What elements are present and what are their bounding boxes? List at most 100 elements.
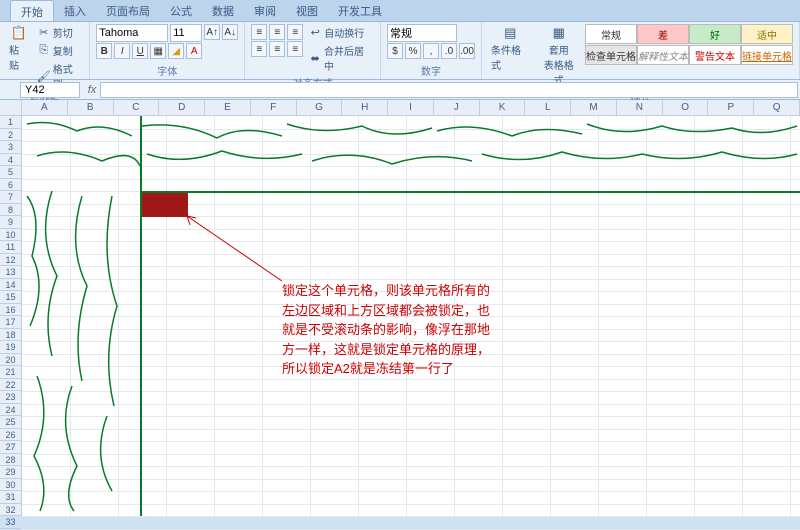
col-header[interactable]: H	[342, 100, 388, 116]
cut-button[interactable]: ✂剪切	[36, 24, 83, 41]
style-好[interactable]: 好	[689, 24, 741, 44]
col-header[interactable]: L	[525, 100, 571, 116]
row-header[interactable]: 1	[0, 116, 21, 129]
col-header[interactable]: O	[663, 100, 709, 116]
col-header[interactable]: M	[571, 100, 617, 116]
row-header[interactable]: 24	[0, 404, 21, 417]
row-header[interactable]: 15	[0, 291, 21, 304]
row-header[interactable]: 13	[0, 266, 21, 279]
currency-button[interactable]: $	[387, 43, 403, 59]
align-bot-button[interactable]: ≡	[287, 24, 303, 40]
align-center-button[interactable]: ≡	[269, 41, 285, 57]
wrap-text-button[interactable]: ↩自动换行	[307, 24, 374, 41]
row-header[interactable]: 26	[0, 429, 21, 442]
row-header[interactable]: 12	[0, 254, 21, 267]
row-header[interactable]: 9	[0, 216, 21, 229]
style-常规[interactable]: 常规	[585, 24, 637, 44]
row-header[interactable]: 6	[0, 179, 21, 192]
tab-审阅[interactable]: 审阅	[244, 0, 286, 21]
comma-button[interactable]: ,	[423, 43, 439, 59]
col-header[interactable]: A	[22, 100, 68, 116]
select-all-corner[interactable]	[0, 100, 22, 116]
col-header[interactable]: I	[388, 100, 434, 116]
col-header[interactable]: K	[480, 100, 526, 116]
row-header[interactable]: 27	[0, 441, 21, 454]
italic-button[interactable]: I	[114, 43, 130, 59]
row-header[interactable]: 33	[0, 516, 21, 529]
row-header[interactable]: 22	[0, 379, 21, 392]
inc-decimal-button[interactable]: .0	[441, 43, 457, 59]
row-header[interactable]: 2	[0, 129, 21, 142]
tab-数据[interactable]: 数据	[202, 0, 244, 21]
col-header[interactable]: P	[708, 100, 754, 116]
col-header[interactable]: E	[205, 100, 251, 116]
row-header[interactable]: 20	[0, 354, 21, 367]
style-链接单元格[interactable]: 链接单元格	[741, 45, 793, 65]
row-header[interactable]: 18	[0, 329, 21, 342]
row-header[interactable]: 7	[0, 191, 21, 204]
name-box[interactable]	[20, 82, 80, 98]
row-header[interactable]: 19	[0, 341, 21, 354]
row-header[interactable]: 29	[0, 466, 21, 479]
bold-button[interactable]: B	[96, 43, 112, 59]
number-format-select[interactable]	[387, 24, 457, 42]
style-检查单元格[interactable]: 检查单元格	[585, 45, 637, 65]
row-header[interactable]: 8	[0, 204, 21, 217]
tab-视图[interactable]: 视图	[286, 0, 328, 21]
font-color-button[interactable]: A	[186, 43, 202, 59]
col-header[interactable]: D	[159, 100, 205, 116]
row-header[interactable]: 25	[0, 416, 21, 429]
row-header[interactable]: 30	[0, 479, 21, 492]
fx-icon[interactable]: fx	[84, 84, 100, 96]
dec-decimal-button[interactable]: .00	[459, 43, 475, 59]
style-适中[interactable]: 适中	[741, 24, 793, 44]
row-header[interactable]: 16	[0, 304, 21, 317]
grow-font-button[interactable]: A↑	[204, 24, 220, 40]
paste-button[interactable]: 📋粘贴	[6, 24, 32, 73]
col-header[interactable]: J	[434, 100, 480, 116]
cell-grid[interactable]: 锁定这个单元格，则该单元格所有的左边区域和上方区域都会被锁定，也就是不受滚动条的…	[22, 116, 800, 516]
row-header[interactable]: 23	[0, 391, 21, 404]
align-left-button[interactable]: ≡	[251, 41, 267, 57]
style-gallery[interactable]: 常规差好适中检查单元格解释性文本警告文本链接单元格	[585, 24, 793, 65]
copy-button[interactable]: ⎘复制	[36, 42, 83, 59]
shrink-font-button[interactable]: A↓	[222, 24, 238, 40]
col-header[interactable]: F	[251, 100, 297, 116]
percent-button[interactable]: %	[405, 43, 421, 59]
font-name-select[interactable]	[96, 24, 168, 42]
row-header[interactable]: 3	[0, 141, 21, 154]
row-header[interactable]: 32	[0, 504, 21, 517]
merge-button[interactable]: ⬌合并后居中	[307, 42, 374, 74]
fill-color-button[interactable]: ◢	[168, 43, 184, 59]
align-mid-button[interactable]: ≡	[269, 24, 285, 40]
align-top-button[interactable]: ≡	[251, 24, 267, 40]
row-header[interactable]: 28	[0, 454, 21, 467]
style-解释性文本[interactable]: 解释性文本	[637, 45, 689, 65]
col-header[interactable]: G	[297, 100, 343, 116]
col-header[interactable]: Q	[754, 100, 800, 116]
tab-开发工具[interactable]: 开发工具	[328, 0, 392, 21]
style-警告文本[interactable]: 警告文本	[689, 45, 741, 65]
border-button[interactable]: ▦	[150, 43, 166, 59]
conditional-format-button[interactable]: ▤条件格式	[488, 24, 532, 73]
underline-button[interactable]: U	[132, 43, 148, 59]
row-header[interactable]: 14	[0, 279, 21, 292]
align-right-button[interactable]: ≡	[287, 41, 303, 57]
row-header[interactable]: 5	[0, 166, 21, 179]
row-header[interactable]: 10	[0, 229, 21, 242]
tab-开始[interactable]: 开始	[10, 0, 54, 21]
row-header[interactable]: 31	[0, 491, 21, 504]
tab-插入[interactable]: 插入	[54, 0, 96, 21]
col-header[interactable]: C	[114, 100, 160, 116]
col-header[interactable]: N	[617, 100, 663, 116]
col-header[interactable]: B	[68, 100, 114, 116]
table-format-button[interactable]: ▦套用 表格格式	[537, 24, 581, 88]
tab-页面布局[interactable]: 页面布局	[96, 0, 160, 21]
font-size-select[interactable]	[170, 24, 202, 42]
formula-bar[interactable]	[100, 82, 798, 98]
row-header[interactable]: 4	[0, 154, 21, 167]
row-header[interactable]: 17	[0, 316, 21, 329]
row-header[interactable]: 21	[0, 366, 21, 379]
style-差[interactable]: 差	[637, 24, 689, 44]
row-header[interactable]: 11	[0, 241, 21, 254]
